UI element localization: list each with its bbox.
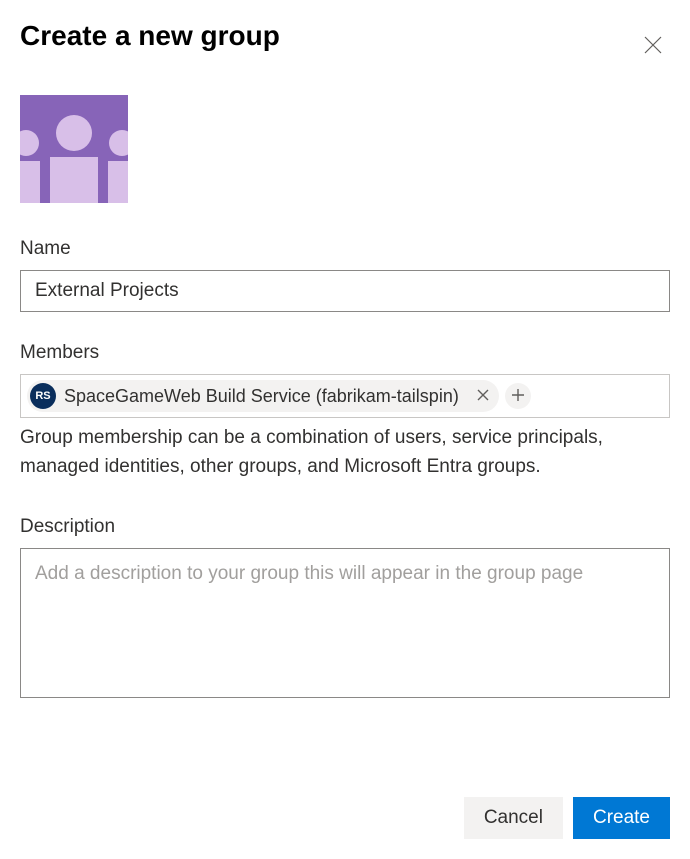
plus-icon xyxy=(511,388,525,405)
member-chip: RS SpaceGameWeb Build Service (fabrikam-… xyxy=(27,380,499,412)
name-field: Name xyxy=(20,238,670,312)
members-input[interactable]: RS SpaceGameWeb Build Service (fabrikam-… xyxy=(20,374,670,418)
name-input[interactable] xyxy=(20,270,670,312)
group-icon xyxy=(20,95,128,203)
members-label: Members xyxy=(20,342,670,364)
dialog-title: Create a new group xyxy=(20,20,280,52)
cancel-button[interactable]: Cancel xyxy=(464,797,563,839)
add-member-button[interactable] xyxy=(505,383,531,409)
avatar: RS xyxy=(30,383,56,409)
description-input[interactable] xyxy=(20,548,670,698)
name-label: Name xyxy=(20,238,670,260)
close-icon xyxy=(644,36,662,57)
dialog-actions: Cancel Create xyxy=(464,797,670,839)
member-name: SpaceGameWeb Build Service (fabrikam-tai… xyxy=(64,386,459,407)
members-helper-text: Group membership can be a combination of… xyxy=(20,424,670,481)
close-button[interactable] xyxy=(636,28,670,65)
create-button[interactable]: Create xyxy=(573,797,670,839)
dialog-header: Create a new group xyxy=(20,20,670,65)
members-field: Members RS SpaceGameWeb Build Service (f… xyxy=(20,342,670,481)
remove-member-button[interactable] xyxy=(473,385,493,408)
description-label: Description xyxy=(20,516,670,538)
remove-icon xyxy=(477,389,489,404)
description-field: Description xyxy=(20,516,670,703)
